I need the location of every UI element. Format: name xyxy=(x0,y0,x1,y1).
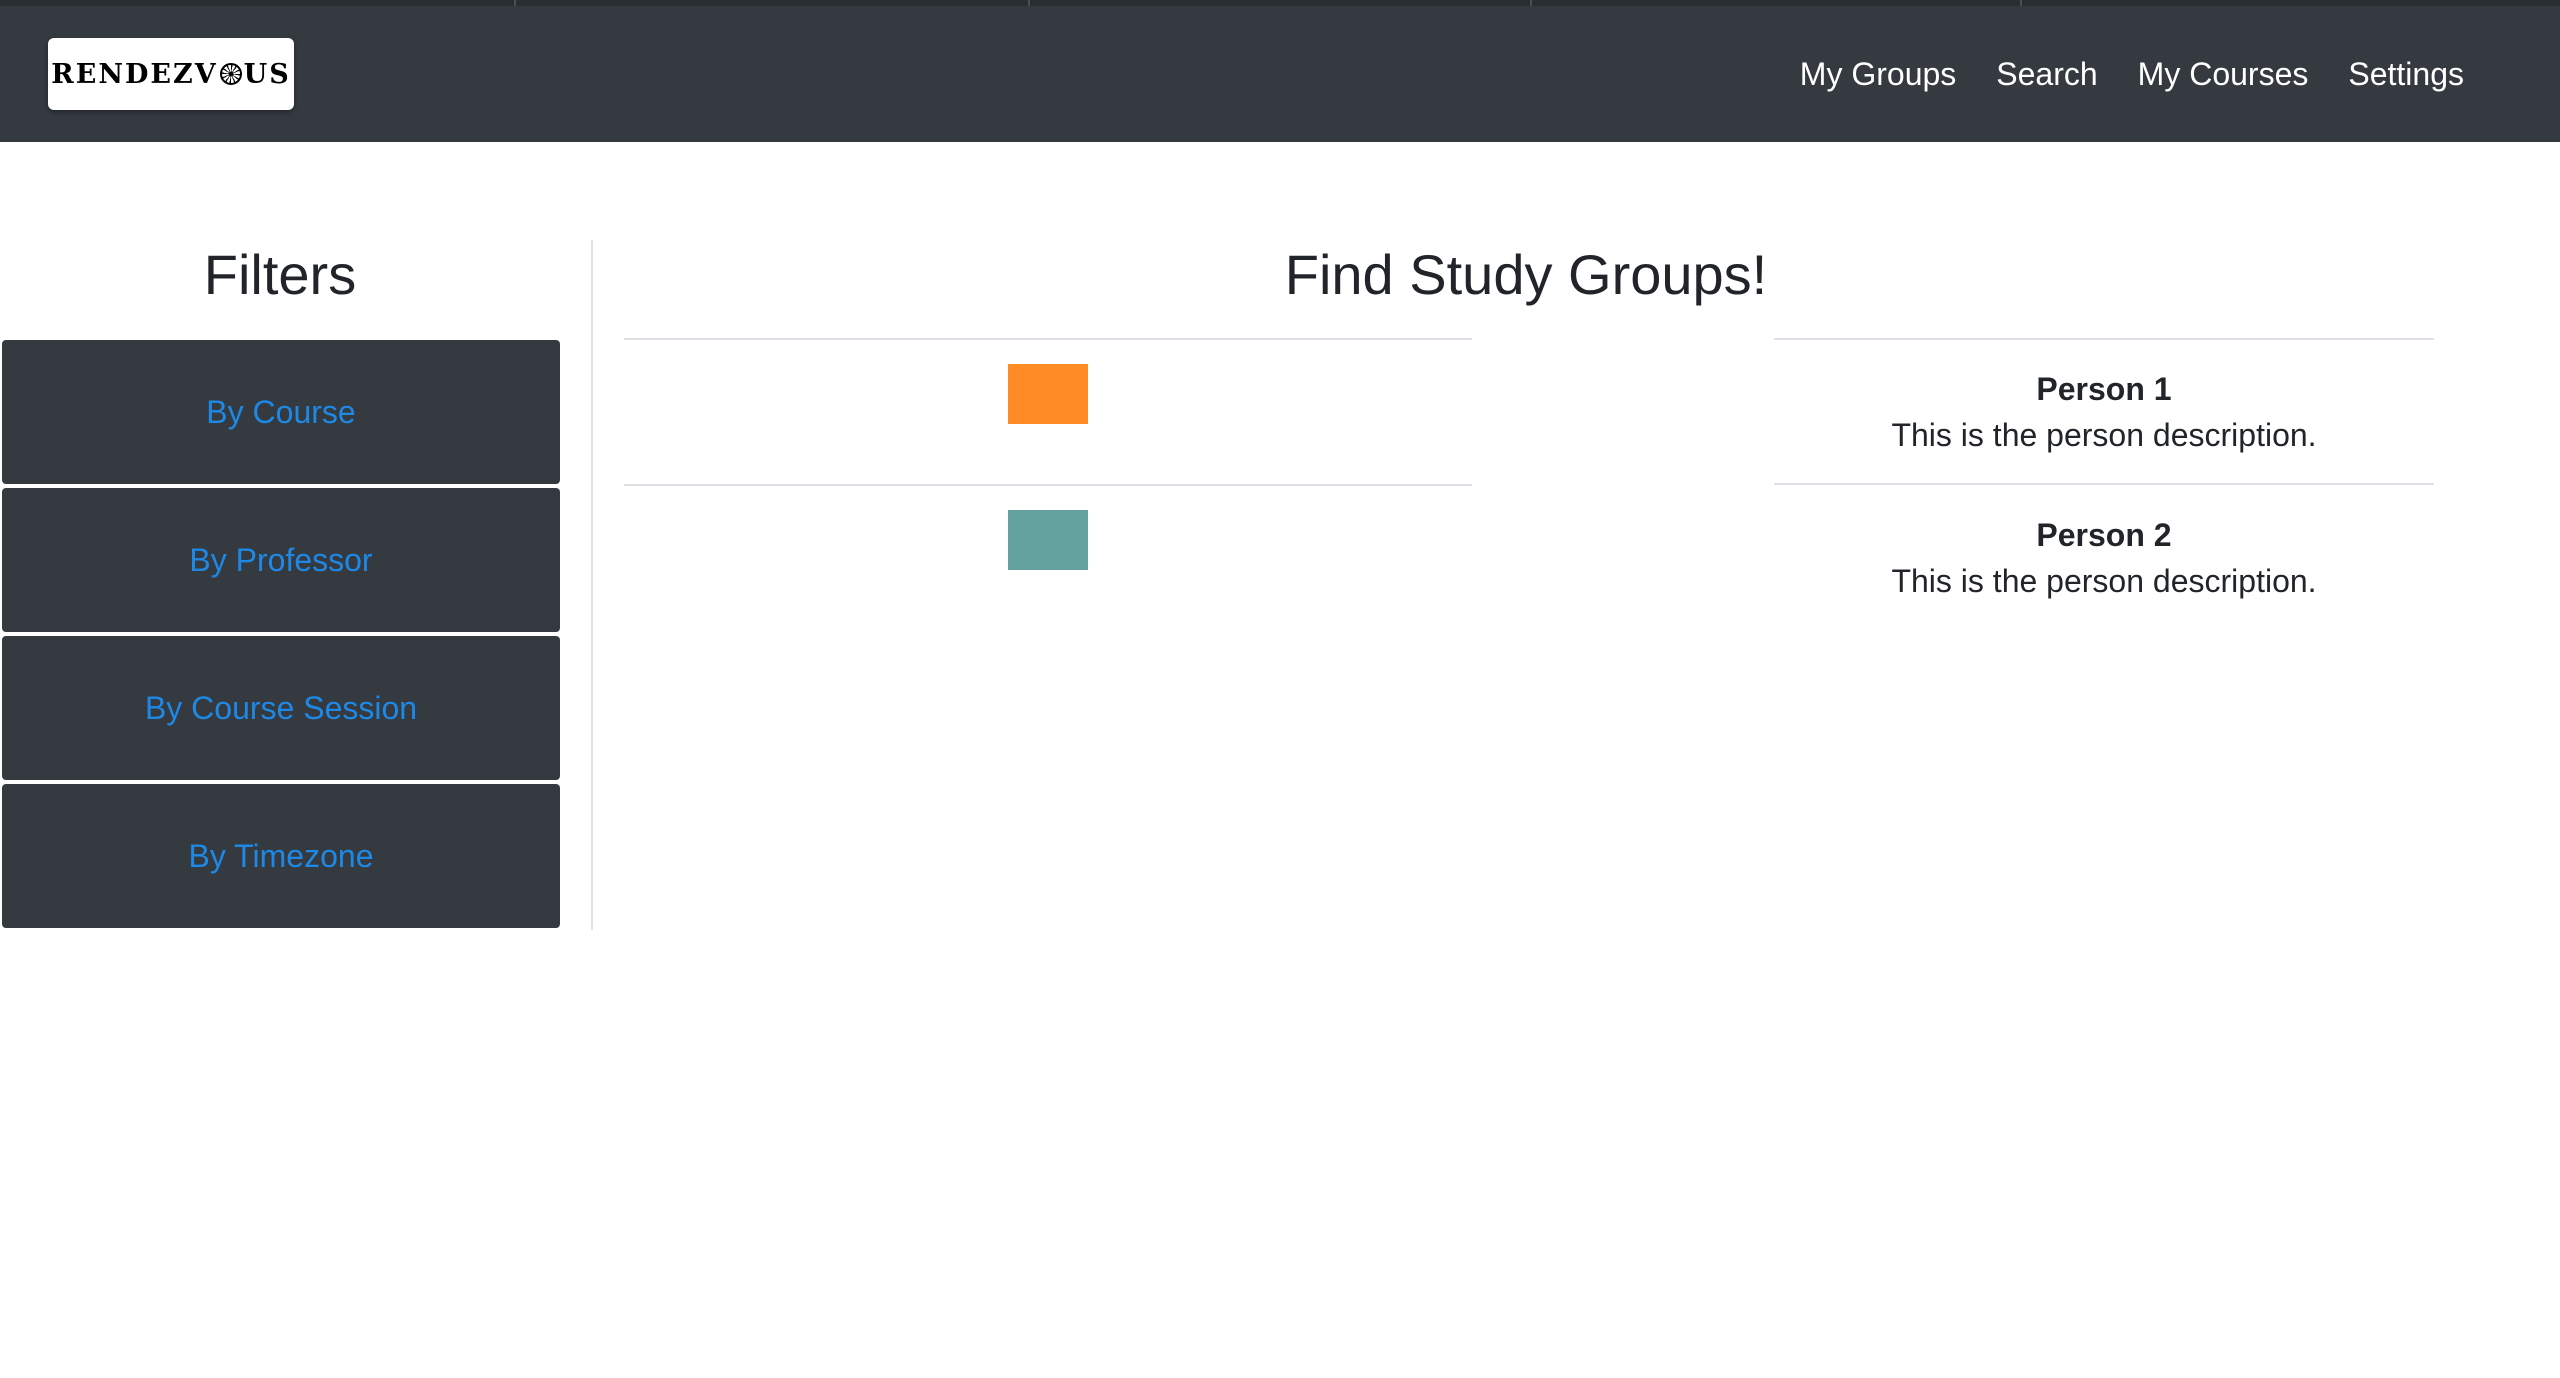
nav-search[interactable]: Search xyxy=(1996,56,2097,93)
divider xyxy=(1774,338,2434,340)
compass-icon xyxy=(219,63,242,85)
person-description: This is the person description. xyxy=(1891,563,2317,599)
top-navbar: RENDEZV US My Groups Search My Courses Se… xyxy=(0,6,2560,142)
person-name: Person 1 xyxy=(2036,371,2172,407)
page-title: Find Study Groups! xyxy=(1284,243,1768,306)
person-card: Person 2 This is the person description. xyxy=(1774,512,2434,604)
divider xyxy=(624,338,1472,340)
person-card: Person 1 This is the person description. xyxy=(1774,366,2434,458)
person-description: This is the person description. xyxy=(1891,417,2317,453)
divider xyxy=(624,484,1472,486)
person-2-thumbnail[interactable] xyxy=(1008,510,1088,570)
filters-sidebar: Filters By Course By Professor By Course… xyxy=(0,240,593,930)
nav-settings[interactable]: Settings xyxy=(2348,56,2464,93)
brand-logo[interactable]: RENDEZV US xyxy=(48,38,294,110)
filter-by-course-button[interactable]: By Course xyxy=(2,340,560,484)
nav-links: My Groups Search My Courses Settings xyxy=(1800,6,2464,142)
filters-title: Filters xyxy=(203,243,357,306)
nav-my-groups[interactable]: My Groups xyxy=(1800,56,1956,93)
person-1-thumbnail[interactable] xyxy=(1008,364,1088,424)
filter-by-professor-button[interactable]: By Professor xyxy=(2,488,560,632)
filter-by-course-session-button[interactable]: By Course Session xyxy=(2,636,560,780)
divider xyxy=(1774,483,2434,485)
filter-by-timezone-button[interactable]: By Timezone xyxy=(2,784,560,928)
person-name: Person 2 xyxy=(2036,517,2172,553)
nav-my-courses[interactable]: My Courses xyxy=(2138,56,2309,93)
logo-wordmark: RENDEZV US xyxy=(51,58,291,90)
